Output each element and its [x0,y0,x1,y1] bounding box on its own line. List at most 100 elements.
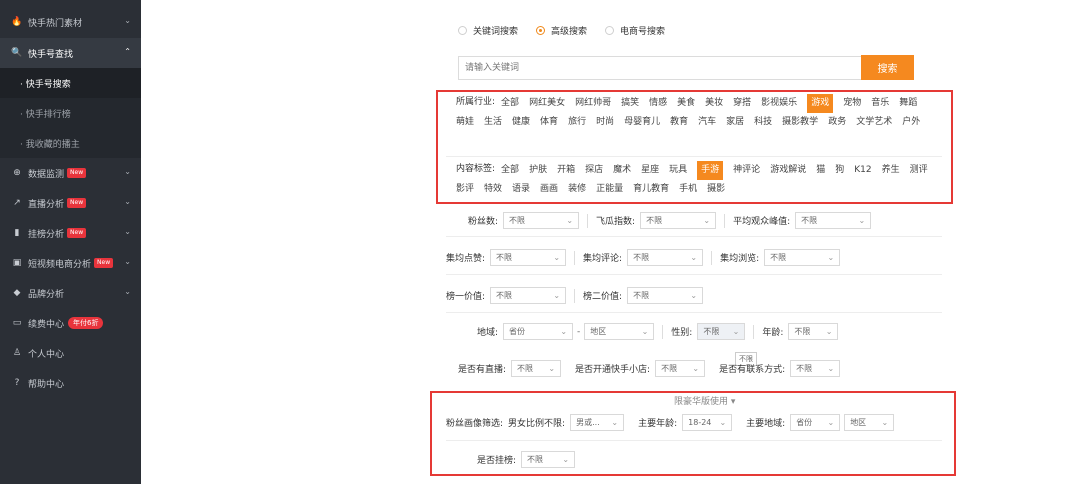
content-tag[interactable]: 探店 [585,161,603,180]
chevron-down-icon: ⌄ [732,327,740,336]
industry-tag[interactable]: 网红美女 [529,94,565,113]
sidebar-item-renewal[interactable]: ▭ 续费中心 年付6折 [0,308,141,338]
has-live-select[interactable]: 不限 ⌄ [511,360,562,377]
sidebar-item-rank-analysis[interactable]: ▮ 挂榜分析 New ⌄ [0,218,141,248]
content-tag[interactable]: 神评论 [733,161,760,180]
industry-tag[interactable]: 户外 [902,113,920,132]
feigua-index-select[interactable]: 不限 ⌄ [640,212,717,229]
radio-keyword-search[interactable]: 关键词搜索 [458,24,518,37]
content-label: 内容标签: [456,164,496,174]
age-select[interactable]: 不限 ⌄ [788,323,839,340]
fans-select[interactable]: 不限 ⌄ [503,212,580,229]
sidebar-item-live-analysis[interactable]: ↗ 直播分析 New ⌄ [0,188,141,218]
content-tag[interactable]: 特效 [484,180,502,199]
content-tag[interactable]: 正能量 [596,180,623,199]
industry-tag[interactable]: 宠物 [843,94,861,113]
content-tag[interactable]: 星座 [641,161,659,180]
premium-note: 限豪华版使用 ▾ [674,397,736,407]
industry-tag[interactable]: 体育 [540,113,558,132]
industry-tag[interactable]: 影视娱乐 [761,94,797,113]
content-tag[interactable]: 影评 [456,180,474,199]
main-district-select[interactable]: 地区 ⌄ [844,414,895,431]
avg-likes-select[interactable]: 不限 ⌄ [490,249,567,266]
chevron-down-icon: ⌄ [703,216,711,225]
sidebar-subitem-ranking[interactable]: · 快手排行榜 [0,98,141,128]
content-tag[interactable]: 护肤 [529,161,547,180]
sidebar-subitem-favorites[interactable]: · 我收藏的播主 [0,128,141,158]
gender-select[interactable]: 不限 ⌄ [697,323,746,340]
search-button[interactable]: 搜索 [861,55,914,80]
avg-comments-select[interactable]: 不限 ⌄ [627,249,704,266]
industry-tag[interactable]: 游戏 [807,94,834,113]
content-tag[interactable]: 玩具 [669,161,687,180]
industry-tag[interactable]: 舞蹈 [899,94,917,113]
content-tag[interactable]: 游戏解说 [770,161,806,180]
has-shop-select[interactable]: 不限 ⌄ [655,360,706,377]
search-input[interactable] [458,56,861,80]
content-tag[interactable]: 装修 [568,180,586,199]
on-ranking-select[interactable]: 不限 ⌄ [521,451,576,468]
content-tag[interactable]: 魔术 [613,161,631,180]
rank2-value-select[interactable]: 不限 ⌄ [627,287,704,304]
sidebar-item-profile[interactable]: ♙ 个人中心 [0,338,141,368]
industry-tag[interactable]: 健康 [512,113,530,132]
content-tag[interactable]: K12 [854,161,871,180]
chevron-down-icon: ⌄ [690,253,698,262]
industry-tag[interactable]: 情感 [649,94,667,113]
sidebar-subitem-account-search[interactable]: · 快手号搜索 [0,68,141,98]
industry-tag[interactable]: 摄影教学 [782,113,818,132]
industry-tag[interactable]: 文学艺术 [856,113,892,132]
content-tag[interactable]: 摄影 [707,180,725,199]
industry-tag[interactable]: 时尚 [596,113,614,132]
industry-tag[interactable]: 搞笑 [621,94,639,113]
sidebar-item-brand-analysis[interactable]: ◆ 品牌分析 ⌄ [0,278,141,308]
industry-tag[interactable]: 政务 [828,113,846,132]
premium-row-1: 粉丝画像筛选: 男女比例不限: 男或... ⌄ 主要年龄: 18-24 ⌄ 主要地域… [446,414,895,431]
content-tag[interactable]: 猫 [816,161,825,180]
sidebar-item-help[interactable]: ? 帮助中心 [0,368,141,398]
province-select[interactable]: 省份 ⌄ [503,323,574,340]
main-province-select[interactable]: 省份 ⌄ [790,414,841,431]
industry-tag[interactable]: 生活 [484,113,502,132]
industry-tag[interactable]: 萌娃 [456,113,474,132]
rank1-value-select[interactable]: 不限 ⌄ [490,287,567,304]
industry-tag[interactable]: 全部 [501,94,519,113]
sidebar-item-hot-materials[interactable]: 🔥 快手热门素材 ⌄ [0,7,141,37]
content-tag[interactable]: 语录 [512,180,530,199]
sidebar-item-ecommerce-analysis[interactable]: ▣ 短视频电商分析 New ⌄ [0,248,141,278]
industry-tag[interactable]: 美食 [677,94,695,113]
avg-views-select[interactable]: 不限 ⌄ [764,249,841,266]
content-tag[interactable]: 手游 [697,161,724,180]
content-tag[interactable]: 狗 [835,161,844,180]
industry-tag[interactable]: 网红帅哥 [575,94,611,113]
sidebar-item-account-search[interactable]: 🔍 快手号查找 ⌃ [0,38,141,68]
industry-tag[interactable]: 母婴育儿 [624,113,660,132]
sidebar-item-label: 快手号查找 [28,49,74,60]
industry-tag[interactable]: 旅行 [568,113,586,132]
content-tag[interactable]: 开箱 [557,161,575,180]
radio-advanced-search[interactable]: 高级搜索 [536,24,587,37]
industry-tag[interactable]: 科技 [754,113,772,132]
chevron-down-icon: ⌄ [548,364,556,373]
content-tag[interactable]: 手机 [679,180,697,199]
industry-tag[interactable]: 汽车 [698,113,716,132]
gender-ratio-select[interactable]: 男或... ⌄ [570,414,625,431]
content-tag[interactable]: 育儿教育 [633,180,669,199]
industry-tag[interactable]: 教育 [670,113,688,132]
main-age-select[interactable]: 18-24 ⌄ [682,414,733,431]
industry-tag[interactable]: 家居 [726,113,744,132]
radio-ecommerce-search[interactable]: 电商号搜索 [605,24,665,37]
content-tag[interactable]: 全部 [501,161,519,180]
avg-peak-viewers-select[interactable]: 不限 ⌄ [795,212,872,229]
chevron-down-icon: ⌄ [827,364,835,373]
industry-tag[interactable]: 美妆 [705,94,723,113]
industry-tag[interactable]: 音乐 [871,94,889,113]
has-contact-select[interactable]: 不限 ⌄ [790,360,841,377]
content-tag[interactable]: 养生 [882,161,900,180]
industry-tag[interactable]: 穿搭 [733,94,751,113]
sidebar-item-data-monitor[interactable]: ⊕ 数据监测 New ⌄ [0,158,141,188]
content-tag[interactable]: 测评 [910,161,928,180]
district-select[interactable]: 地区 ⌄ [584,323,655,340]
chevron-up-icon: ⌃ [124,47,131,56]
content-tag[interactable]: 画画 [540,180,558,199]
